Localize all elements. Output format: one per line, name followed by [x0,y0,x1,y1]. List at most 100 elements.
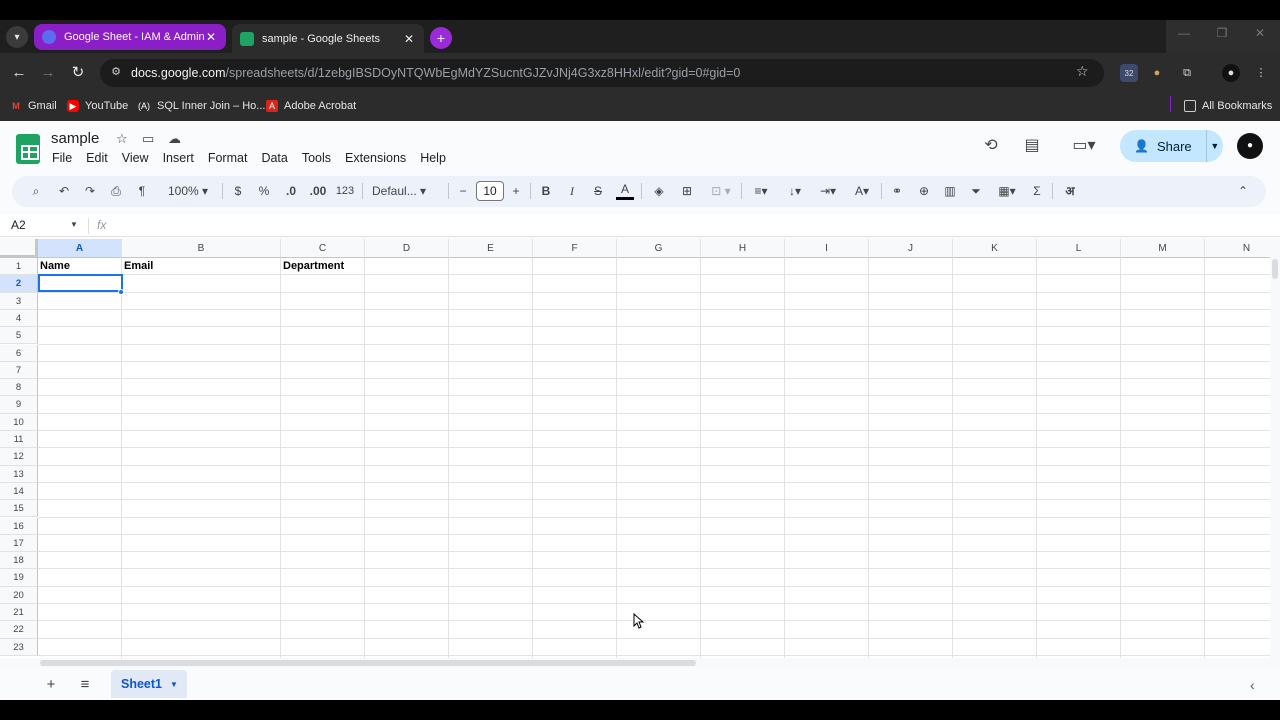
font-size-decrease-icon[interactable]: − [455,182,471,200]
vertical-align-icon[interactable]: ↓▾ [781,182,809,200]
cloud-status-icon[interactable]: ☁ [168,131,181,147]
functions-icon[interactable]: Σ [1028,182,1046,200]
name-box[interactable]: A2 [11,218,26,232]
horizontal-scroll-thumb[interactable] [40,660,696,666]
collapse-menus-icon[interactable]: ⌃ [1234,182,1252,200]
column-header-i[interactable]: I [785,239,869,258]
selected-cell-border[interactable] [38,274,123,293]
row-header-20[interactable]: 20 [0,586,38,604]
tab-sample-sheets[interactable]: sample - Google Sheets ✕ [232,24,424,53]
name-box-dropdown-icon[interactable]: ▼ [70,220,78,229]
filter-views-icon[interactable]: ▦▾ [992,182,1022,200]
row-header-19[interactable]: 19 [0,569,38,587]
tab-iam-admin[interactable]: Google Sheet - IAM & Admin ✕ [34,24,226,50]
row-header-2[interactable]: 2 [0,275,38,293]
column-header-f[interactable]: F [533,239,617,258]
cell-a1[interactable]: Name [38,258,70,275]
column-header-e[interactable]: E [449,239,533,258]
minimize-icon[interactable]: — [1166,26,1202,46]
url-text[interactable]: docs.google.com/spreadsheets/d/1zebgIBSD… [131,66,740,80]
account-avatar[interactable]: ● [1237,133,1263,159]
history-icon[interactable]: ⟲ [980,135,1002,157]
menu-help[interactable]: Help [420,151,446,165]
cookie-icon[interactable]: ● [1148,64,1166,82]
redo-icon[interactable]: ↷ [81,182,99,200]
row-header-23[interactable]: 23 [0,638,38,656]
site-info-icon[interactable]: ⚙ [108,65,124,81]
font-select[interactable]: Defaul... ▾ [372,182,440,200]
search-icon[interactable]: ⌕ [27,182,45,200]
row-header-14[interactable]: 14 [0,482,38,501]
row-header-13[interactable]: 13 [0,465,38,483]
text-rotation-icon[interactable]: A▾ [848,182,876,200]
decrease-decimal-button[interactable]: .0 [281,182,301,200]
merge-cells-icon[interactable]: ⊡ ▾ [705,182,737,200]
print-icon[interactable]: ⎙ [107,182,125,200]
forward-icon[interactable]: → [37,62,59,84]
row-header-16[interactable]: 16 [0,517,38,535]
cell-b1[interactable]: Email [122,258,153,275]
menu-data[interactable]: Data [261,151,287,165]
profile-icon[interactable]: ● [1222,64,1240,82]
increase-decimal-button[interactable]: .00 [307,182,329,200]
bookmark-acrobat[interactable]: A Adobe Acrobat [266,97,356,115]
vertical-scrollbar[interactable] [1270,239,1280,658]
close-icon[interactable]: ✕ [204,30,218,44]
currency-button[interactable]: $ [230,182,246,200]
menu-tools[interactable]: Tools [302,151,331,165]
menu-file[interactable]: File [52,151,72,165]
explore-collapse-icon[interactable]: ‹ [1250,677,1255,693]
row-header-4[interactable]: 4 [0,309,38,328]
all-sheets-icon[interactable]: ≡ [76,676,94,693]
menu-edit[interactable]: Edit [86,151,108,165]
italic-button[interactable]: I [564,182,580,200]
fill-handle[interactable] [118,288,124,295]
row-header-15[interactable]: 15 [0,500,38,518]
row-header-7[interactable]: 7 [0,361,38,380]
paint-format-icon[interactable]: ¶ [133,182,151,200]
fill-color-icon[interactable]: ◈ [650,182,668,200]
column-header-l[interactable]: L [1037,239,1121,258]
menu-format[interactable]: Format [208,151,248,165]
bookmark-youtube[interactable]: ▶ YouTube [67,97,128,115]
zoom-select[interactable]: 100% ▾ [160,182,216,200]
close-window-icon[interactable]: ✕ [1242,26,1278,46]
row-header-8[interactable]: 8 [0,379,38,397]
percent-button[interactable]: % [256,182,272,200]
filter-icon[interactable]: ⏷ [967,182,985,200]
comments-icon[interactable]: ▤ [1021,135,1043,157]
horizontal-align-icon[interactable]: ≡▾ [747,182,775,200]
menu-view[interactable]: View [122,151,149,165]
share-dropdown-icon[interactable]: ▼ [1207,141,1223,151]
close-icon[interactable]: ✕ [402,32,416,46]
insert-comment-icon[interactable]: ⊕ [915,182,933,200]
menu-kebab-icon[interactable]: ⋮ [1252,64,1270,82]
vertical-scroll-thumb[interactable] [1272,259,1278,279]
text-wrap-icon[interactable]: ⇥▾ [814,182,842,200]
spreadsheet-grid[interactable]: A B C D E F G H I J K L M N 1 2 3 4 5 6 7 8 9 10 11 12 13 14 15 16 17 1… [0,239,1270,658]
row-header-9[interactable]: 9 [0,396,38,414]
column-header-c[interactable]: C [281,239,365,258]
column-header-g[interactable]: G [617,239,701,258]
row-header-21[interactable]: 21 [0,604,38,622]
column-header-k[interactable]: K [953,239,1037,258]
bookmark-star-icon[interactable]: ☆ [1076,63,1089,80]
row-header-12[interactable]: 12 [0,448,38,466]
sheets-logo-icon[interactable] [16,134,40,164]
meet-icon[interactable]: ▭▾ [1066,135,1102,157]
row-header-10[interactable]: 10 [0,413,38,431]
extension-icon[interactable]: 32 [1120,64,1138,82]
insert-chart-icon[interactable]: ▥ [941,182,959,200]
column-header-b[interactable]: B [122,239,281,258]
column-header-m[interactable]: M [1121,239,1205,258]
cell-c1[interactable]: Department [281,258,344,275]
bookmark-sql[interactable]: (A) SQL Inner Join – Ho... [137,97,265,115]
text-color-icon[interactable]: A [616,182,634,200]
menu-insert[interactable]: Insert [163,151,194,165]
font-size-input[interactable]: 10 [476,181,504,201]
borders-icon[interactable]: ⊞ [678,182,696,200]
strikethrough-icon[interactable]: S [590,182,606,200]
row-header-1[interactable]: 1 [0,258,38,276]
row-header-17[interactable]: 17 [0,534,38,553]
row-header-3[interactable]: 3 [0,292,38,310]
